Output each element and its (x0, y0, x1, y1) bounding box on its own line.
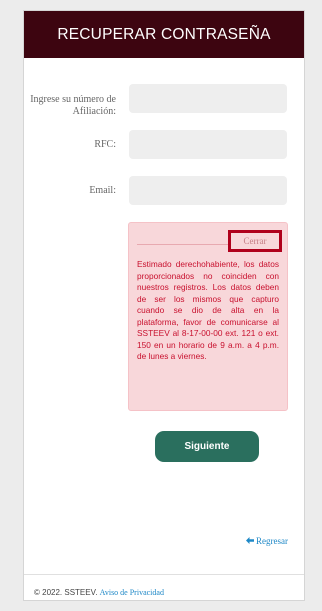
afiliacion-label: Ingrese su número de Afiliación: (30, 94, 116, 117)
error-alert: Cerrar Estimado derechohabiente, los dat… (128, 222, 288, 411)
email-input[interactable] (129, 176, 287, 205)
alert-message: Estimado derechohabiente, los datos prop… (137, 259, 279, 361)
page-title: RECUPERAR CONTRASEÑA (57, 25, 271, 43)
copyright-text: © 2022. SSTEEV. (34, 588, 98, 597)
afiliacion-input[interactable] (129, 84, 287, 113)
alert-divider (137, 244, 232, 245)
back-link[interactable]: Regresar (246, 536, 288, 546)
rfc-label: RFC: (94, 139, 116, 150)
rfc-input[interactable] (129, 130, 287, 159)
arrow-left-icon (246, 536, 255, 546)
next-button[interactable]: Siguiente (155, 431, 259, 462)
email-label: Email: (89, 185, 116, 196)
footer: © 2022. SSTEEV. Aviso de Privacidad (34, 588, 164, 597)
privacy-link[interactable]: Aviso de Privacidad (100, 588, 164, 597)
page-header: RECUPERAR CONTRASEÑA (24, 11, 304, 58)
footer-divider (24, 574, 304, 575)
close-alert-button[interactable]: Cerrar (228, 230, 282, 252)
recovery-card: RECUPERAR CONTRASEÑA Ingrese su número d… (23, 10, 305, 601)
back-link-label: Regresar (256, 536, 288, 546)
